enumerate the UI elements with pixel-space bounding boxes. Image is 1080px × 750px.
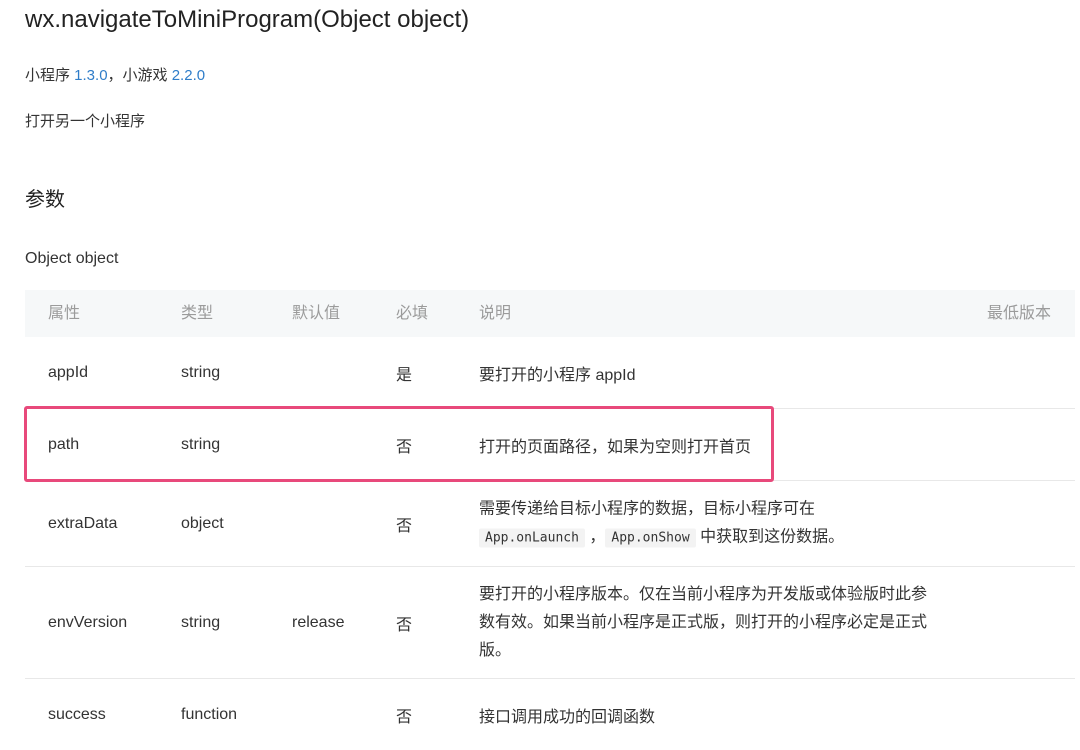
cell-attr: appId <box>48 363 89 381</box>
table-row: envVersion string release 否 要打开的小程序版本。仅在… <box>25 567 1075 679</box>
table-header: 属性 类型 默认值 必填 说明 最低版本 <box>25 290 1075 337</box>
cell-type: object <box>181 514 224 532</box>
support-label-minigame: ，小游戏 <box>107 67 172 84</box>
header-description: 说明 <box>479 305 512 322</box>
cell-required: 否 <box>396 708 413 726</box>
page-title: wx.navigateToMiniProgram(Object object) <box>25 6 470 33</box>
description-tail: 中获取到这份数据。 <box>695 528 845 545</box>
api-description: 打开另一个小程序 <box>25 113 146 130</box>
cell-attr: extraData <box>48 514 118 532</box>
cell-description: 打开的页面路径，如果为空则打开首页 <box>479 438 752 456</box>
cell-attr: success <box>48 705 106 723</box>
header-attr: 属性 <box>48 305 81 322</box>
table-row: path string 否 打开的页面路径，如果为空则打开首页 <box>25 409 1075 481</box>
table-row: extraData object 否 需要传递给目标小程序的数据，目标小程序可在… <box>25 481 1075 567</box>
version-link-minigame[interactable]: 2.2.0 <box>172 67 205 84</box>
cell-attr: envVersion <box>48 613 128 631</box>
cell-default: release <box>292 613 345 631</box>
cell-type: string <box>181 613 221 631</box>
header-min-version: 最低版本 <box>986 305 1051 322</box>
cell-attr: path <box>48 435 80 453</box>
description-line: 需要传递给目标小程序的数据，目标小程序可在 <box>479 500 816 517</box>
cell-type: string <box>181 435 221 453</box>
header-default: 默认值 <box>292 305 341 322</box>
description-sep: ， <box>584 528 606 545</box>
section-title-params: 参数 <box>25 189 65 211</box>
cell-required: 是 <box>396 366 413 384</box>
cell-description: 接口调用成功的回调函数 <box>479 708 656 726</box>
support-info: 小程序 1.3.0，小游戏 2.2.0 <box>25 64 205 85</box>
param-object-name: Object object <box>25 250 119 267</box>
header-required: 必填 <box>396 305 429 322</box>
cell-type: function <box>181 705 238 723</box>
cell-description: 要打开的小程序版本。仅在当前小程序为开发版或体验版时此参数有效。如果当前小程序是… <box>479 585 928 659</box>
params-table: 属性 类型 默认值 必填 说明 最低版本 appId string 是 要打开的… <box>25 290 1075 750</box>
support-label-miniprogram: 小程序 <box>25 67 75 84</box>
cell-required: 否 <box>396 616 413 634</box>
cell-description: 需要传递给目标小程序的数据，目标小程序可在 App.onLaunch ， App.… <box>479 495 939 552</box>
doc-page: wx.navigateToMiniProgram(Object object) … <box>0 0 1080 750</box>
description-line: App.onLaunch ， App.onShow 中获取到这份数据。 <box>479 523 939 552</box>
cell-description: 要打开的小程序 appId <box>479 366 636 384</box>
code-app-onlaunch: App.onLaunch <box>479 528 585 547</box>
cell-required: 否 <box>396 438 413 456</box>
version-link-miniprogram[interactable]: 1.3.0 <box>74 67 107 84</box>
code-app-onshow: App.onShow <box>605 528 696 547</box>
header-type: 类型 <box>181 305 214 322</box>
table-row: success function 否 接口调用成功的回调函数 <box>25 679 1075 750</box>
table-row: appId string 是 要打开的小程序 appId <box>25 337 1075 409</box>
cell-type: string <box>181 363 221 381</box>
cell-required: 否 <box>396 517 413 535</box>
